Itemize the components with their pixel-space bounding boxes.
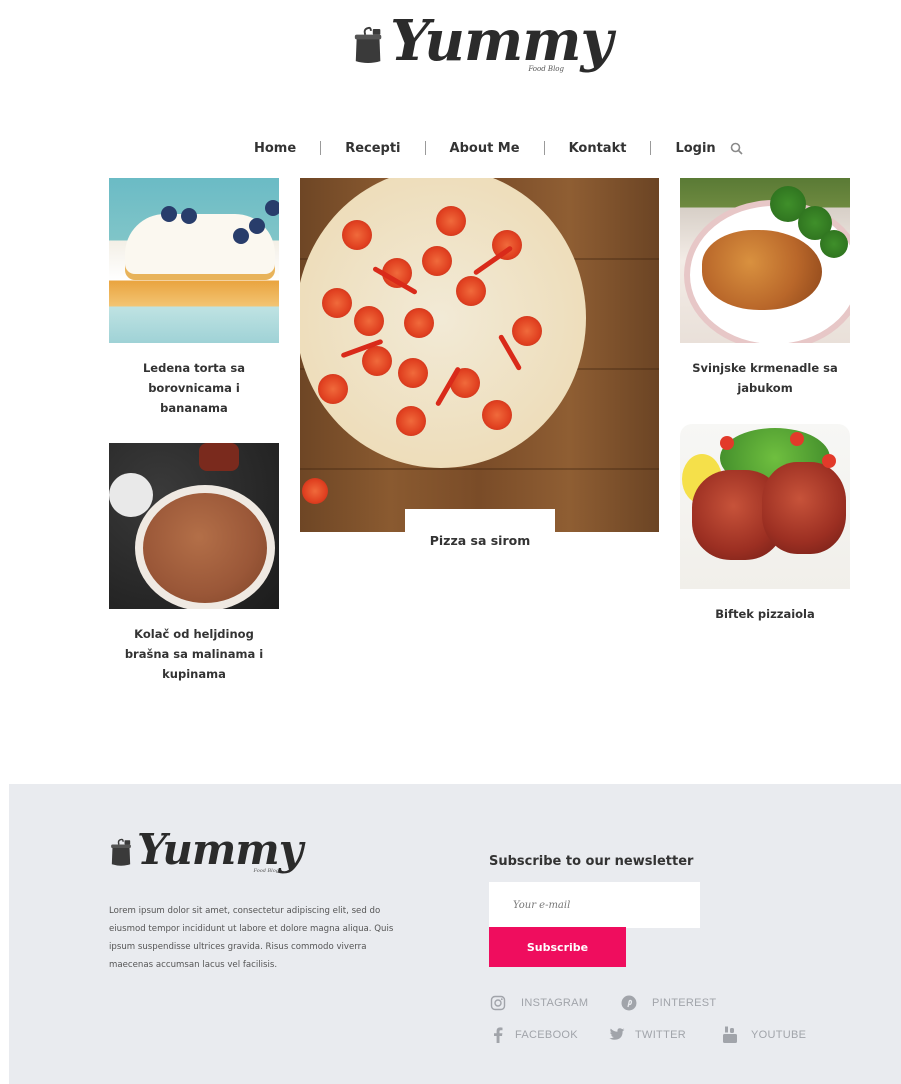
tomato-slice: [404, 308, 434, 338]
newsletter-email-input[interactable]: [489, 882, 700, 928]
social-link-facebook[interactable]: FACEBOOK: [489, 1026, 578, 1044]
social-label: YOUTUBE: [751, 1029, 807, 1041]
tomato-slice: [318, 374, 348, 404]
recipe-image-svinjske-krmenadle[interactable]: [680, 178, 850, 343]
recipe-title-pizza[interactable]: Pizza sa sirom: [405, 531, 555, 551]
tomato-slice: [398, 358, 428, 388]
recipe-title-line: kupinama: [162, 667, 226, 681]
header-logo[interactable]: Yummy Food Blog: [352, 8, 613, 78]
cake-illustration: [143, 493, 267, 603]
tomato-slice: [354, 306, 384, 336]
cooking-pot-icon: [354, 26, 382, 64]
tomato-slice: [322, 288, 352, 318]
recipe-title-line: brašna sa malinama i: [124, 647, 264, 661]
pork-chop-illustration: [702, 230, 822, 310]
recipe-title-kolac[interactable]: Kolač od heljdinog brašna sa malinama i …: [109, 624, 279, 684]
social-link-youtube[interactable]: YOUTUBE: [721, 1026, 806, 1044]
recipe-image-biftek[interactable]: [680, 424, 850, 589]
footer: Yummy Food Blog Lorem ipsum dolor sit am…: [9, 784, 901, 1084]
recipe-title-svinjske-krmenadle[interactable]: Svinjske krmenadle sa jabukom: [680, 358, 850, 398]
brand-tagline: Food Blog: [528, 65, 564, 73]
nav-item-recepti[interactable]: Recepti: [321, 141, 424, 156]
recipe-title-ledena-torta[interactable]: Ledena torta sa borovnicama i bananama: [109, 358, 279, 418]
tomato-slice: [342, 220, 372, 250]
social-link-pinterest[interactable]: PINTEREST: [620, 994, 716, 1012]
recipe-title-biftek[interactable]: Biftek pizzaiola: [680, 604, 850, 624]
steak-illustration: [762, 462, 846, 554]
social-label: FACEBOOK: [515, 1029, 578, 1041]
tomato-slice: [456, 276, 486, 306]
twitter-icon: [607, 1026, 625, 1044]
footer-about-text: Lorem ipsum dolor sit amet, consectetur …: [109, 906, 394, 970]
social-link-twitter[interactable]: TWITTER: [607, 1026, 686, 1044]
subscribe-button[interactable]: Subscribe: [489, 927, 626, 967]
recipe-title-line: Ledena torta sa: [142, 361, 246, 375]
social-label: INSTAGRAM: [521, 997, 589, 1009]
sugar-bowl: [109, 473, 153, 517]
newsletter-title: Subscribe to our newsletter: [489, 854, 694, 869]
main-nav: Home Recepti About Me Kontakt Login: [230, 136, 746, 160]
wood-grain: [300, 468, 659, 470]
recipe-title-line: borovnicama i: [148, 381, 240, 395]
nav-item-login[interactable]: Login: [651, 141, 725, 156]
recipe-title-line: bananama: [160, 401, 228, 415]
brand-tagline: Food Blog: [253, 868, 280, 874]
search-button[interactable]: [728, 139, 746, 157]
blueberry: [233, 228, 249, 244]
nav-item-home[interactable]: Home: [230, 141, 320, 156]
nav-item-about-me[interactable]: About Me: [426, 141, 544, 156]
blueberry: [161, 206, 177, 222]
recipe-image-kolac[interactable]: [109, 443, 279, 609]
tomato-slice: [362, 346, 392, 376]
brand-name: Yummy: [390, 8, 613, 74]
recipe-title-line: Svinjske krmenadle sa: [692, 361, 838, 375]
youtube-icon: [721, 1026, 739, 1044]
recipe-title-line: jabukom: [737, 381, 793, 395]
social-link-instagram[interactable]: INSTAGRAM: [489, 994, 588, 1012]
tomato-slice: [396, 406, 426, 436]
cooking-pot-icon: [111, 838, 131, 866]
jam-jar: [199, 443, 239, 471]
recipe-image-ledena-torta[interactable]: [109, 178, 279, 343]
facebook-icon: [489, 1026, 507, 1044]
search-icon: [730, 142, 743, 155]
social-label: TWITTER: [635, 1029, 686, 1041]
footer-logo[interactable]: Yummy Food Blog: [109, 824, 319, 880]
nav-item-kontakt[interactable]: Kontakt: [545, 141, 651, 156]
tomato-slice: [436, 206, 466, 236]
pizza-title-box: Pizza sa sirom: [405, 509, 555, 571]
tomato-slice: [482, 400, 512, 430]
pinterest-icon: [620, 994, 638, 1012]
blueberry: [265, 200, 279, 216]
broccoli: [820, 230, 848, 258]
tomato-slice: [422, 246, 452, 276]
cherry-tomato: [302, 478, 328, 504]
tomato-slice: [512, 316, 542, 346]
instagram-icon: [489, 994, 507, 1012]
social-label: PINTEREST: [652, 997, 717, 1009]
cherry-tomato: [790, 432, 804, 446]
cherry-tomato: [822, 454, 836, 468]
recipe-title-line: Kolač od heljdinog: [134, 627, 254, 641]
recipe-image-pizza[interactable]: [300, 178, 659, 532]
cherry-tomato: [720, 436, 734, 450]
blueberry: [181, 208, 197, 224]
blueberry: [249, 218, 265, 234]
